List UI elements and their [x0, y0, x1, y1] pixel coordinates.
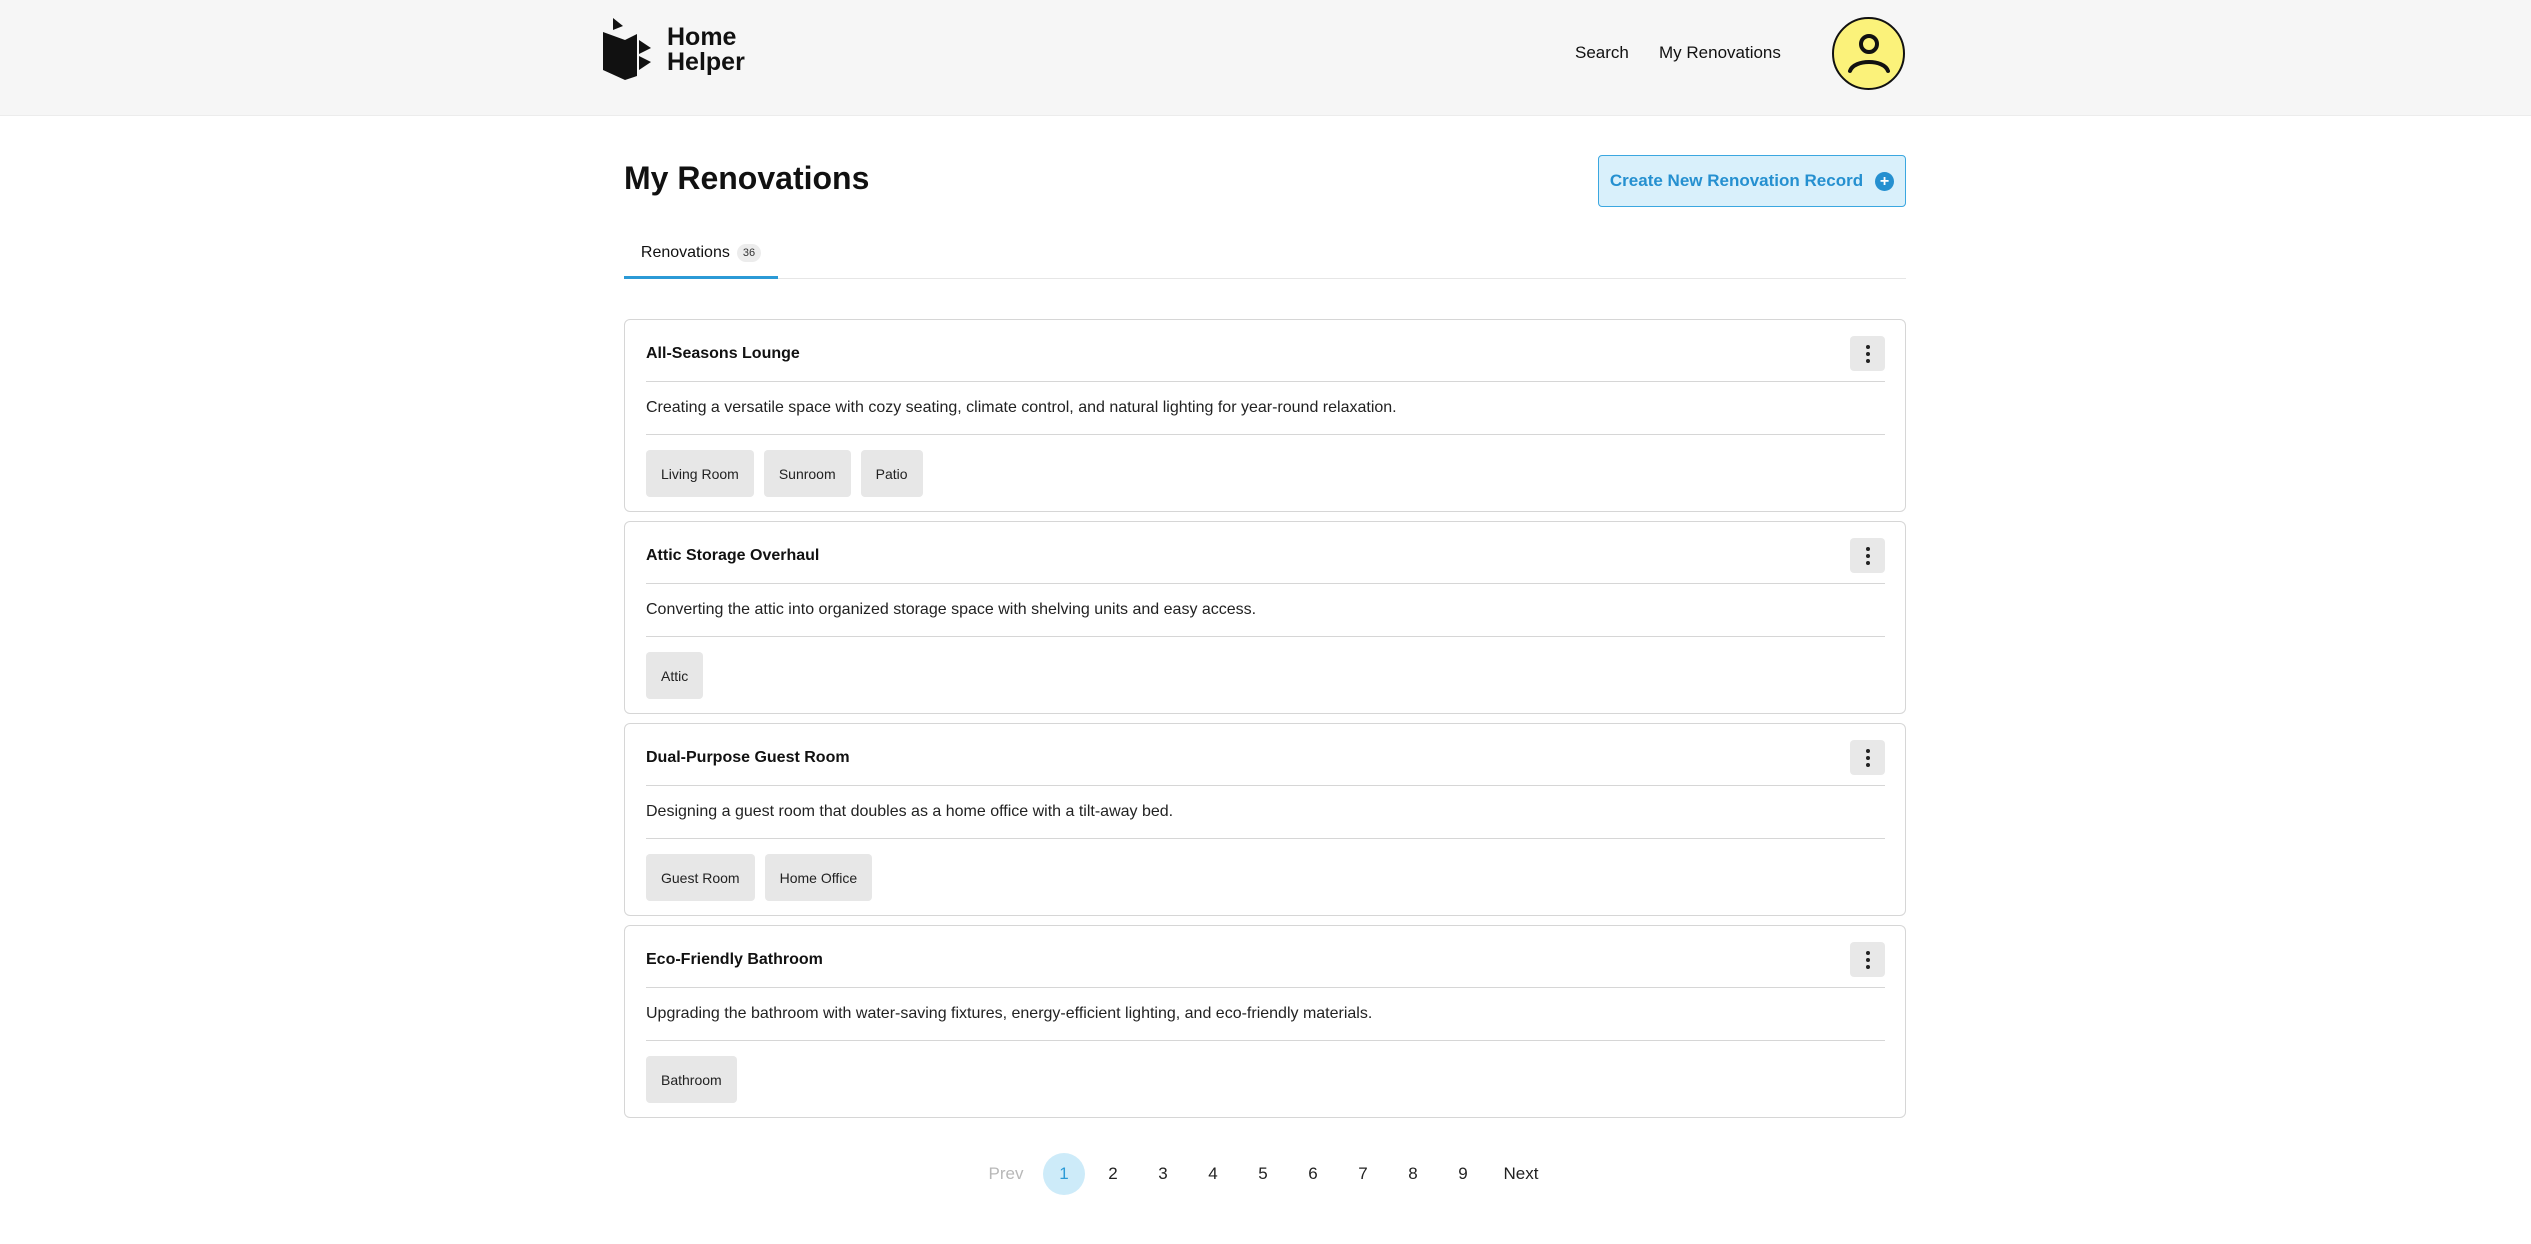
- page-title: My Renovations: [624, 160, 870, 196]
- tab-renovations[interactable]: Renovations 36: [624, 230, 778, 279]
- more-options-icon[interactable]: [1850, 538, 1885, 573]
- pagination-prev[interactable]: Prev: [985, 1153, 1027, 1195]
- renovation-card[interactable]: Attic Storage Overhaul Converting the at…: [624, 521, 1906, 714]
- pagination-page-8[interactable]: 8: [1392, 1153, 1434, 1195]
- more-options-icon[interactable]: [1850, 336, 1885, 371]
- pagination: Prev 1 2 3 4 5 6 7 8 9 Next: [0, 1153, 2531, 1195]
- more-options-icon[interactable]: [1850, 942, 1885, 977]
- pagination-next[interactable]: Next: [1500, 1153, 1542, 1195]
- renovation-card[interactable]: All-Seasons Lounge Creating a versatile …: [624, 319, 1906, 512]
- brand-line2: Helper: [667, 48, 745, 76]
- renovation-card[interactable]: Dual-Purpose Guest Room Designing a gues…: [624, 723, 1906, 916]
- card-title: Dual-Purpose Guest Room: [646, 749, 850, 766]
- create-renovation-button[interactable]: Create New Renovation Record +: [1598, 155, 1906, 207]
- pagination-page-1[interactable]: 1: [1043, 1153, 1085, 1195]
- tag-chip[interactable]: Guest Room: [646, 854, 755, 901]
- logo-icon: [603, 18, 651, 80]
- divider: [646, 583, 1885, 584]
- card-description: Converting the attic into organized stor…: [646, 601, 1257, 618]
- card-description: Designing a guest room that doubles as a…: [646, 803, 1174, 820]
- tag-list: Attic: [646, 652, 704, 699]
- nav-search-wrap: Search: [1575, 0, 1629, 106]
- pagination-page-5[interactable]: 5: [1242, 1153, 1284, 1195]
- divider: [646, 1040, 1885, 1041]
- divider: [646, 785, 1885, 786]
- user-avatar[interactable]: [1832, 17, 1905, 90]
- renovation-card[interactable]: Eco-Friendly Bathroom Upgrading the bath…: [624, 925, 1906, 1118]
- tab-count-badge: 36: [736, 244, 762, 262]
- card-description: Creating a versatile space with cozy sea…: [646, 399, 1397, 416]
- top-header: Home Helper Search My Renovations: [0, 0, 2531, 116]
- divider: [646, 838, 1885, 839]
- pagination-page-9[interactable]: 9: [1442, 1153, 1484, 1195]
- tag-chip[interactable]: Living Room: [646, 450, 754, 497]
- nav-my-renovations-wrap: My Renovations: [1659, 0, 1781, 106]
- pagination-page-4[interactable]: 4: [1192, 1153, 1234, 1195]
- pagination-page-2[interactable]: 2: [1092, 1153, 1134, 1195]
- divider: [646, 434, 1885, 435]
- brand-line1: Home: [667, 23, 737, 51]
- nav-my-renovations-link[interactable]: My Renovations: [1659, 43, 1781, 63]
- card-description: Upgrading the bathroom with water-saving…: [646, 1005, 1373, 1022]
- divider: [646, 381, 1885, 382]
- create-button-label: Create New Renovation Record: [1609, 171, 1864, 190]
- plus-circle-icon: +: [1875, 171, 1895, 191]
- tab-bar: Renovations 36: [624, 230, 1906, 279]
- tag-chip[interactable]: Patio: [860, 450, 923, 497]
- divider: [646, 636, 1885, 637]
- more-options-icon[interactable]: [1850, 740, 1885, 775]
- card-title: All-Seasons Lounge: [646, 345, 800, 362]
- tag-list: Living Room Sunroom Patio: [646, 450, 923, 497]
- divider: [646, 987, 1885, 988]
- tag-chip[interactable]: Attic: [646, 652, 704, 699]
- tag-chip[interactable]: Sunroom: [763, 450, 851, 497]
- pagination-page-6[interactable]: 6: [1292, 1153, 1334, 1195]
- card-title: Attic Storage Overhaul: [646, 547, 820, 564]
- tab-label: Renovations: [640, 244, 730, 261]
- pagination-page-3[interactable]: 3: [1142, 1153, 1184, 1195]
- tag-chip[interactable]: Home Office: [764, 854, 873, 901]
- brand-name: Home Helper: [667, 25, 745, 75]
- nav-search-link[interactable]: Search: [1575, 43, 1629, 63]
- user-icon: [1847, 33, 1890, 73]
- home-helper-logo[interactable]: Home Helper: [603, 18, 745, 82]
- pagination-page-7[interactable]: 7: [1342, 1153, 1384, 1195]
- tag-chip[interactable]: Bathroom: [646, 1056, 737, 1103]
- tag-list: Guest Room Home Office: [646, 854, 873, 901]
- tag-list: Bathroom: [646, 1056, 737, 1103]
- card-title: Eco-Friendly Bathroom: [646, 951, 823, 968]
